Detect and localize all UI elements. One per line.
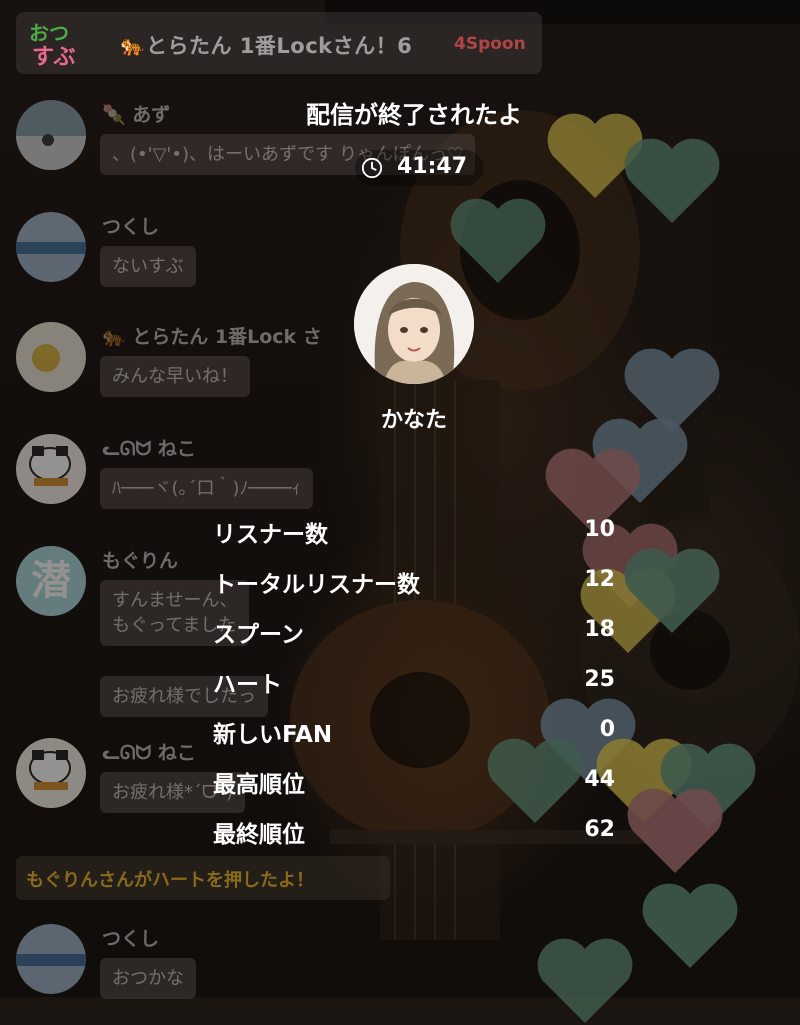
stat-hearts-label: ハート	[213, 672, 282, 698]
chat-bubble: みんな早いね！	[100, 356, 250, 398]
stat-total-listeners-value: 12	[584, 567, 615, 592]
stat-final-rank-label: 最終順位	[213, 822, 305, 848]
otsusubu-logo: おつ すぶ	[29, 21, 76, 68]
heart-icon	[642, 883, 738, 968]
stream-title: とらたん 1番Lockさん！6	[146, 34, 413, 58]
heart-icon	[627, 788, 723, 873]
heart-icon	[450, 198, 546, 283]
chat-name: つくし	[102, 216, 160, 238]
spoon-count: 4Spoon	[454, 34, 526, 54]
chat-bubble: おつかな	[100, 958, 196, 1000]
avatar	[16, 322, 86, 392]
chat-name: ᓚᘏᗢ ねこ	[102, 438, 196, 460]
host-avatar[interactable]	[354, 264, 474, 384]
chat-bubble: ないすぶ	[100, 246, 196, 288]
stat-best-rank-value: 44	[584, 767, 615, 792]
tiger-icon: 🐅	[102, 326, 126, 348]
avatar	[16, 212, 86, 282]
stream-title-chip[interactable]: おつ すぶ 🐅 とらたん 1番Lockさん！6 4Spoon	[16, 12, 542, 74]
avatar	[16, 738, 86, 808]
avatar	[16, 434, 86, 504]
host-name: かなた	[380, 408, 447, 433]
duration-pill: 41:47	[355, 150, 483, 186]
stat-listeners-value: 10	[584, 517, 615, 542]
stat-spoons-label: スプーン	[213, 622, 304, 648]
chat-name: 🐅 とらたん 1番Lock さ	[102, 326, 322, 348]
chat-name: もぐりん	[102, 550, 179, 572]
svg-text:すぶ: すぶ	[32, 45, 76, 68]
stat-listeners-label: リスナー数	[213, 522, 328, 548]
heart-icon	[624, 548, 720, 633]
stat-new-fans-label: 新しいFAN	[213, 722, 333, 748]
stat-final-rank-value: 62	[584, 817, 615, 842]
stream-ended-title: 配信が終了されたよ	[306, 101, 522, 129]
stat-total-listeners-label: トータルリスナー数	[213, 572, 420, 598]
avatar: 潜	[16, 546, 86, 616]
chat-bubble: ﾊ───ヾ(｡´口｀)ﾉ────ｨ	[100, 468, 313, 510]
stat-best-rank-label: 最高順位	[213, 772, 305, 798]
stat-new-fans-value: 0	[599, 717, 615, 742]
avatar	[16, 924, 86, 994]
svg-text:おつ: おつ	[29, 21, 69, 45]
stream-duration: 41:47	[397, 154, 468, 179]
heart-notice: もぐりんさんがハートを押したよ！	[16, 856, 390, 900]
heart-icon	[537, 938, 633, 1023]
chat-name: ᓚᘏᗢ ねこ	[102, 742, 196, 764]
heart-icon	[624, 138, 720, 223]
stat-hearts-value: 25	[584, 667, 615, 692]
heart-icon	[487, 738, 583, 823]
tiger-icon: 🐅	[120, 33, 145, 57]
chat-name: つくし	[102, 928, 160, 950]
clock-icon	[361, 157, 383, 179]
stat-spoons-value: 18	[584, 617, 615, 642]
